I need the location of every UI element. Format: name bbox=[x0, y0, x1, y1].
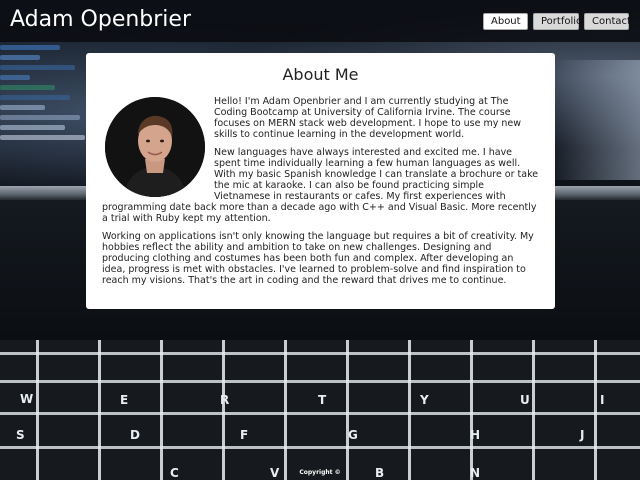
about-card: About Me Hello! I'm Adam Openbrier and I… bbox=[86, 53, 555, 309]
keyboard-key-label: I bbox=[600, 393, 605, 407]
keyboard-key-label: U bbox=[520, 393, 530, 407]
keyboard-key-label: H bbox=[470, 428, 481, 442]
keyboard-key-label: D bbox=[130, 428, 140, 442]
keyboard-key-label: T bbox=[318, 393, 327, 407]
portrait-photo bbox=[105, 97, 205, 197]
keyboard-key-label: F bbox=[240, 428, 249, 442]
site-title: Adam Openbrier bbox=[10, 7, 191, 32]
nav-portfolio-button[interactable]: Portfolio bbox=[533, 13, 582, 30]
keyboard-key-label: W bbox=[20, 392, 34, 406]
keyboard-key-label: Y bbox=[420, 393, 429, 407]
about-title: About Me bbox=[282, 65, 359, 84]
keyboard-key-label: G bbox=[348, 428, 358, 442]
keyboard-key-label: R bbox=[220, 393, 230, 407]
key-row-line bbox=[0, 446, 640, 449]
key-row-line bbox=[0, 412, 640, 415]
site-header: Adam Openbrier About Portfolio Contact bbox=[0, 0, 640, 42]
about-paragraph-3: Working on applications isn't only knowi… bbox=[102, 231, 534, 286]
code-glow bbox=[0, 40, 90, 190]
key-row-line bbox=[0, 352, 640, 355]
key-row-line bbox=[0, 380, 640, 383]
keyboard-key-label: J bbox=[580, 428, 585, 442]
keyboard-key-label: E bbox=[120, 393, 129, 407]
screen-glow bbox=[550, 60, 640, 180]
keyboard-key-label: S bbox=[16, 428, 25, 442]
main-nav: About Portfolio Contact bbox=[483, 13, 631, 30]
nav-about-button[interactable]: About bbox=[483, 13, 528, 30]
avatar bbox=[105, 97, 205, 197]
keyboard bbox=[0, 340, 640, 480]
nav-contact-button[interactable]: Contact bbox=[584, 13, 631, 30]
footer-copyright: Copyright © bbox=[299, 469, 341, 476]
